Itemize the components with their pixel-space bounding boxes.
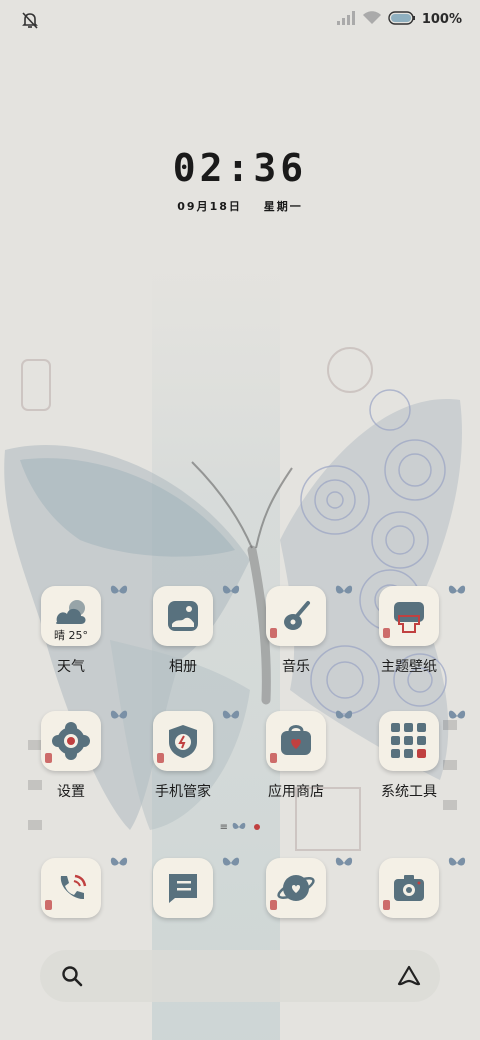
silent-bell-icon: [20, 12, 40, 34]
butterfly-icon: [231, 822, 250, 833]
app-settings[interactable]: 设置: [16, 710, 128, 801]
seal-mark: [270, 628, 277, 638]
seal-mark: [45, 900, 52, 910]
gallery-icon[interactable]: [153, 585, 240, 646]
app-label: 主题壁纸: [381, 659, 437, 675]
app-label: 手机管家: [155, 784, 211, 800]
dock-phone[interactable]: [16, 857, 128, 918]
app-label: 相册: [169, 659, 197, 675]
seal-mark: [157, 753, 164, 763]
seal-mark: [270, 753, 277, 763]
music-icon[interactable]: [266, 585, 353, 646]
dock-browser[interactable]: [241, 857, 353, 918]
app-gallery[interactable]: 相册: [128, 585, 240, 676]
app-music[interactable]: 音乐: [241, 585, 353, 676]
seal-mark: [383, 628, 390, 638]
weather-temp: 晴 25°: [54, 629, 88, 642]
wifi-icon: [362, 10, 382, 29]
battery-icon: [388, 10, 416, 29]
app-themes[interactable]: 主题壁纸: [354, 585, 466, 676]
dock-camera[interactable]: [354, 857, 466, 918]
camera-icon[interactable]: [379, 857, 466, 918]
seal-mark: [45, 753, 52, 763]
status-bar: 100%: [0, 0, 480, 40]
app-label: 设置: [57, 784, 85, 800]
app-label: 天气: [57, 659, 85, 675]
app-label: 系统工具: [381, 784, 437, 800]
phone-icon[interactable]: [41, 857, 128, 918]
app-label: 应用商店: [268, 784, 324, 800]
system-tools-folder-icon[interactable]: [379, 710, 466, 771]
menu-lines-icon: ≡: [219, 822, 228, 833]
page-indicator[interactable]: ≡: [0, 820, 480, 834]
weekday-text: 星期一: [263, 200, 303, 213]
app-system-tools-folder[interactable]: 系统工具: [354, 710, 466, 801]
app-store[interactable]: 应用商店: [241, 710, 353, 801]
lockscreen-clock-widget[interactable]: 02:36 09月18日 星期一: [0, 146, 480, 214]
date-line: 09月18日 星期一: [0, 198, 480, 214]
settings-icon[interactable]: [41, 710, 128, 771]
signal-icon: [336, 10, 356, 29]
battery-percent: 100%: [421, 12, 462, 27]
date-text: 09月18日: [177, 200, 242, 213]
messages-icon[interactable]: [153, 857, 240, 918]
seal-mark: [383, 900, 390, 910]
assistant-icon[interactable]: [396, 964, 422, 992]
phone-manager-icon[interactable]: [153, 710, 240, 771]
app-label: 音乐: [282, 659, 310, 675]
page-dot-current: [254, 824, 261, 830]
themes-icon[interactable]: [379, 585, 466, 646]
search-icon[interactable]: [60, 964, 84, 992]
app-phone-manager[interactable]: 手机管家: [128, 710, 240, 801]
browser-icon[interactable]: [266, 857, 353, 918]
dock-messages[interactable]: [128, 857, 240, 918]
clock-time: 02:36: [172, 146, 308, 190]
seal-mark: [270, 900, 277, 910]
app-store-icon[interactable]: [266, 710, 353, 771]
app-weather[interactable]: 晴 25° 天气: [16, 585, 128, 676]
weather-icon[interactable]: 晴 25°: [41, 585, 128, 646]
search-bar[interactable]: [40, 950, 440, 1002]
